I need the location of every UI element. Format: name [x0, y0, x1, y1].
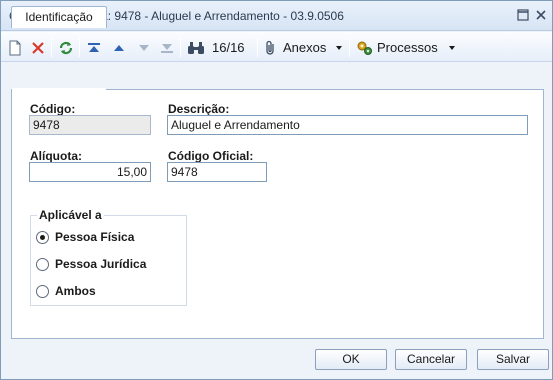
attachments-label: Anexos [283, 40, 327, 55]
processes-label: Processos [377, 40, 438, 55]
tab-identificacao[interactable]: Identificação [11, 6, 107, 28]
record-counter: 16/16 [212, 39, 245, 56]
gears-icon [357, 41, 372, 55]
delete-icon [32, 41, 44, 54]
last-record-button[interactable] [160, 39, 174, 56]
chevron-down-icon [336, 45, 343, 50]
delete-record-button[interactable] [31, 39, 45, 56]
chevron-down-icon [448, 45, 455, 50]
radio-label: Ambos [55, 284, 96, 298]
save-button[interactable]: Salvar [477, 349, 549, 370]
toolbar-separator [79, 38, 80, 57]
aliquota-field[interactable]: 15,00 [29, 162, 151, 182]
codigo-oficial-label: Código Oficial: [168, 149, 254, 163]
radio-ambos[interactable]: Ambos [36, 283, 96, 299]
attachments-menu[interactable]: Anexos [264, 39, 344, 56]
paperclip-icon [266, 40, 274, 55]
dialog-window: Código da Receita: 9478 - Aluguel e Arre… [0, 0, 553, 380]
close-icon [536, 10, 546, 20]
last-record-icon [161, 43, 173, 53]
dialog-footer: OK Cancelar Salvar [1, 341, 552, 379]
codigo-label: Código: [30, 102, 76, 116]
radio-button[interactable] [36, 284, 49, 298]
cancel-button[interactable]: Cancelar [395, 349, 467, 370]
restore-button[interactable] [515, 7, 531, 23]
codigo-oficial-field[interactable]: 9478 [167, 162, 267, 182]
previous-record-button[interactable] [112, 39, 126, 56]
radio-button-checked[interactable] [36, 230, 49, 244]
first-record-icon [88, 42, 100, 52]
descricao-label: Descrição: [168, 102, 230, 116]
refresh-button[interactable] [58, 39, 74, 56]
first-record-button[interactable] [87, 39, 101, 56]
new-document-icon [9, 40, 21, 55]
toolbar-separator [180, 38, 181, 57]
toolbar: 16/16 Anexos Processos [1, 32, 552, 62]
new-record-button[interactable] [8, 39, 22, 56]
next-record-icon [139, 44, 149, 51]
radio-button[interactable] [36, 257, 49, 271]
close-button[interactable] [533, 7, 549, 23]
next-record-button[interactable] [137, 39, 151, 56]
descricao-field[interactable]: Aluguel e Arrendamento [167, 115, 528, 135]
processes-menu[interactable]: Processos [356, 39, 457, 56]
ok-button[interactable]: OK [315, 349, 387, 370]
radio-label: Pessoa Física [55, 230, 135, 244]
codigo-field: 9478 [29, 115, 151, 135]
radio-pessoa-fisica[interactable]: Pessoa Física [36, 229, 134, 245]
find-record-button[interactable] [187, 39, 205, 56]
tab-join [12, 88, 106, 90]
previous-record-icon [114, 44, 124, 51]
toolbar-separator [257, 38, 258, 57]
aliquota-label: Alíquota: [30, 149, 82, 163]
record-counter-text: 16/16 [212, 40, 245, 55]
aplicavel-group-title: Aplicável a [37, 208, 104, 222]
tab-strip [1, 63, 552, 89]
refresh-icon [59, 41, 73, 54]
radio-label: Pessoa Jurídica [55, 257, 147, 271]
radio-pessoa-juridica[interactable]: Pessoa Jurídica [36, 256, 146, 272]
binoculars-icon [188, 41, 204, 54]
restore-icon [517, 9, 529, 21]
toolbar-separator [51, 38, 52, 57]
toolbar-separator [349, 38, 350, 57]
